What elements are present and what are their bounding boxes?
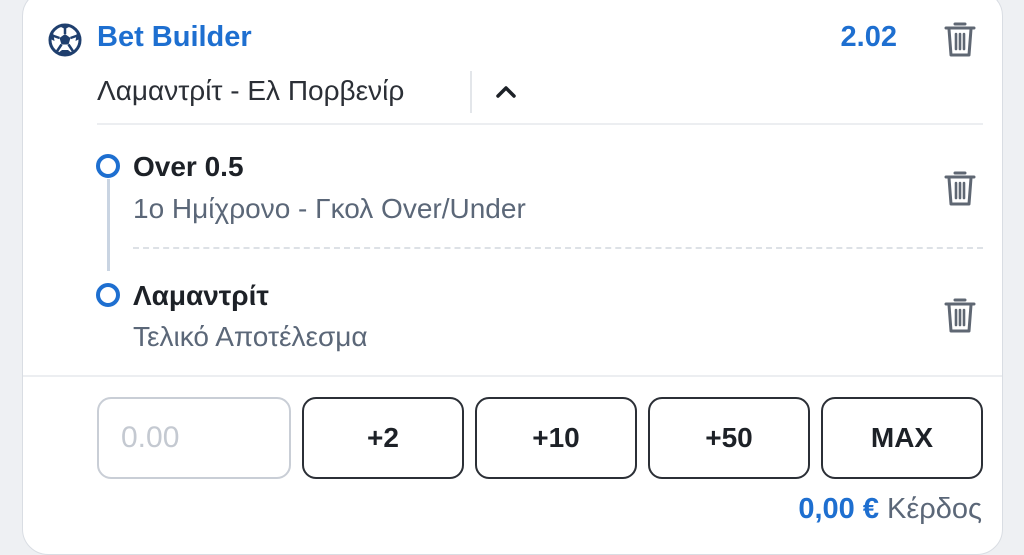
- bet-builder-card: Bet Builder 2.02 Λαμαντρίτ - Ελ Πορβενίρ…: [22, 0, 1003, 555]
- divider: [470, 71, 472, 113]
- bet-builder-title: Bet Builder: [97, 21, 252, 53]
- match-name: Λαμαντρίτ - Ελ Πορβενίρ: [97, 75, 405, 106]
- stake-input[interactable]: [97, 397, 291, 479]
- selection-market: 1ο Ημίχρονο - Γκολ Over/Under: [133, 193, 526, 224]
- selection-title: Over 0.5: [133, 151, 244, 182]
- trash-icon[interactable]: [944, 296, 976, 334]
- selection-connector: [107, 179, 110, 271]
- trash-icon[interactable]: [944, 169, 976, 207]
- separator: [97, 123, 983, 125]
- selection-dot: [96, 154, 120, 178]
- selection-title: Λαμαντρίτ: [133, 280, 269, 311]
- trash-icon[interactable]: [944, 20, 976, 58]
- profit-label: Κέρδος: [886, 493, 982, 525]
- profit-summary: 0,00 € Κέρδος: [798, 493, 982, 526]
- quick-stake-50-button[interactable]: +50: [648, 397, 810, 479]
- quick-stake-10-button[interactable]: +10: [475, 397, 637, 479]
- selection-market: Τελικό Αποτέλεσμα: [133, 321, 368, 352]
- profit-amount: 0,00 €: [798, 493, 879, 525]
- total-odds: 2.02: [840, 21, 897, 53]
- soccer-ball-icon: [48, 23, 82, 57]
- chevron-up-icon[interactable]: [493, 81, 519, 101]
- dashed-separator: [133, 247, 983, 249]
- selection-dot: [96, 283, 120, 307]
- quick-stake-2-button[interactable]: +2: [302, 397, 464, 479]
- max-stake-button[interactable]: MAX: [821, 397, 983, 479]
- footer-separator: [23, 375, 1002, 377]
